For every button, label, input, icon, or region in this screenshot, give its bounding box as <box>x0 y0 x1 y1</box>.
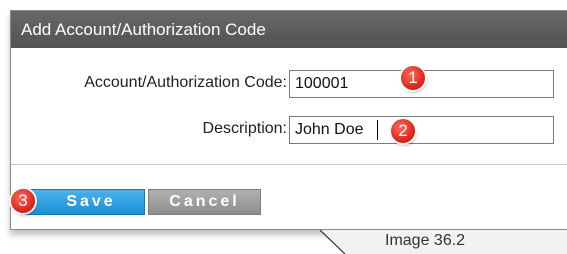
add-code-dialog: Add Account/Authorization Code Account/A… <box>10 10 567 230</box>
description-input[interactable] <box>289 116 554 144</box>
code-row: Account/Authorization Code: <box>11 70 567 98</box>
text-caret <box>377 120 378 140</box>
image-caption-tab: Image 36.2 <box>320 230 567 254</box>
button-divider <box>11 164 567 165</box>
cancel-button[interactable]: Cancel <box>148 189 261 215</box>
description-label: Description: <box>202 120 287 137</box>
code-label: Account/Authorization Code: <box>84 74 287 91</box>
screenshot-stage: Add Account/Authorization Code Account/A… <box>0 0 567 254</box>
description-row: Description: <box>11 116 567 144</box>
dialog-title: Add Account/Authorization Code <box>11 11 567 48</box>
callout-marker-1: 1 <box>401 66 425 90</box>
callout-marker-2: 2 <box>391 119 415 143</box>
callout-marker-3: 3 <box>11 189 35 213</box>
save-button[interactable]: Save <box>21 189 145 215</box>
image-caption: Image 36.2 <box>385 232 466 249</box>
